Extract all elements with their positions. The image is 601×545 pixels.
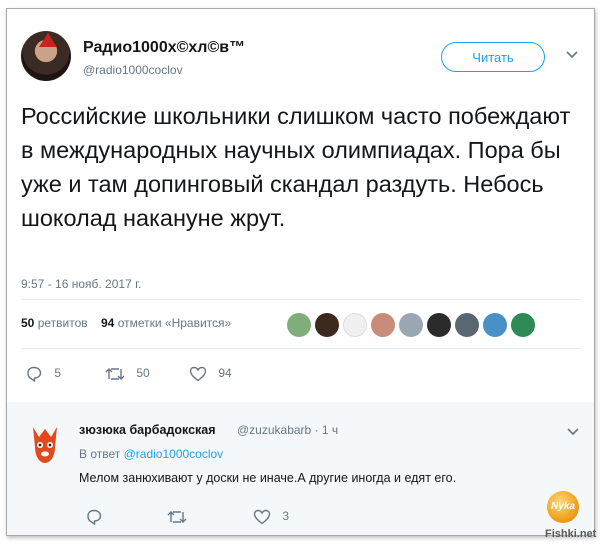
liker-avatar[interactable]	[455, 313, 479, 337]
tweet-timestamp[interactable]: 9:57 - 16 нояб. 2017 г.	[21, 277, 141, 291]
follow-button[interactable]: Читать	[441, 42, 545, 72]
reply-text: Мелом занюхивают у доски не иначе.А друг…	[79, 471, 457, 485]
reply-author-handle[interactable]: @zuzukabarb	[237, 423, 311, 437]
retweet-icon	[105, 368, 125, 380]
engagement-stats: 50 ретвитов 94 отметки «Нравится»	[21, 316, 231, 330]
reply-reply-action[interactable]	[85, 509, 103, 525]
reply-like-action[interactable]: 3	[253, 509, 289, 525]
retweet-icon	[167, 511, 187, 523]
reply-icon	[87, 509, 102, 525]
reply-author-name[interactable]: зюзюка барбадокская	[79, 423, 216, 437]
santa-hat-icon	[39, 33, 57, 47]
liker-avatar[interactable]	[371, 313, 395, 337]
in-reply-prefix: В ответ	[79, 447, 121, 461]
likes-label[interactable]: отметки «Нравится»	[118, 316, 232, 330]
in-reply-handle[interactable]: @radio1000coclov	[124, 447, 224, 461]
reply-action[interactable]: 5	[25, 366, 61, 382]
liker-avatar[interactable]	[511, 313, 535, 337]
reply-time[interactable]: · 1 ч	[315, 423, 339, 437]
in-reply-to: В ответ @radio1000coclov	[79, 447, 223, 461]
liker-avatar[interactable]	[287, 313, 311, 337]
reply-count: 5	[54, 366, 62, 381]
divider	[21, 299, 581, 300]
liker-avatar[interactable]	[483, 313, 507, 337]
liker-avatar[interactable]	[427, 313, 451, 337]
author-handle[interactable]: @radio1000coclov	[83, 63, 183, 77]
retweet-action[interactable]: 50	[105, 366, 150, 382]
retweet-count: 50	[136, 366, 150, 381]
reply-author-avatar[interactable]	[25, 419, 65, 469]
heart-icon	[253, 509, 271, 525]
tweet-card: Радио1000х©хл©в™ @radio1000coclov Читать…	[6, 8, 595, 536]
watermark-site: Fishki.net	[545, 528, 597, 540]
tweet-text: Российские школьники слишком часто побеж…	[21, 103, 571, 231]
likes-count[interactable]: 94	[101, 316, 114, 330]
liker-avatar[interactable]	[399, 313, 423, 337]
watermark-logo: Nyka	[547, 491, 579, 523]
author-avatar[interactable]	[21, 31, 71, 81]
reply-meta: @zuzukabarb · 1 ч	[237, 423, 338, 437]
liker-avatar[interactable]	[343, 313, 367, 337]
author-name[interactable]: Радио1000х©хл©в™	[83, 39, 245, 57]
fox-mascot-icon	[33, 427, 57, 463]
liker-avatar[interactable]	[315, 313, 339, 337]
chevron-down-icon[interactable]	[566, 48, 578, 62]
chevron-down-icon[interactable]	[567, 425, 579, 439]
reply-like-count: 3	[282, 509, 290, 524]
reply-retweet-action[interactable]	[167, 509, 187, 525]
heart-icon	[189, 366, 207, 382]
like-count: 94	[218, 366, 232, 381]
retweets-count[interactable]: 50	[21, 316, 34, 330]
reply-icon	[27, 366, 42, 382]
divider	[21, 348, 581, 349]
retweets-label[interactable]: ретвитов	[38, 316, 88, 330]
like-action[interactable]: 94	[189, 366, 232, 382]
